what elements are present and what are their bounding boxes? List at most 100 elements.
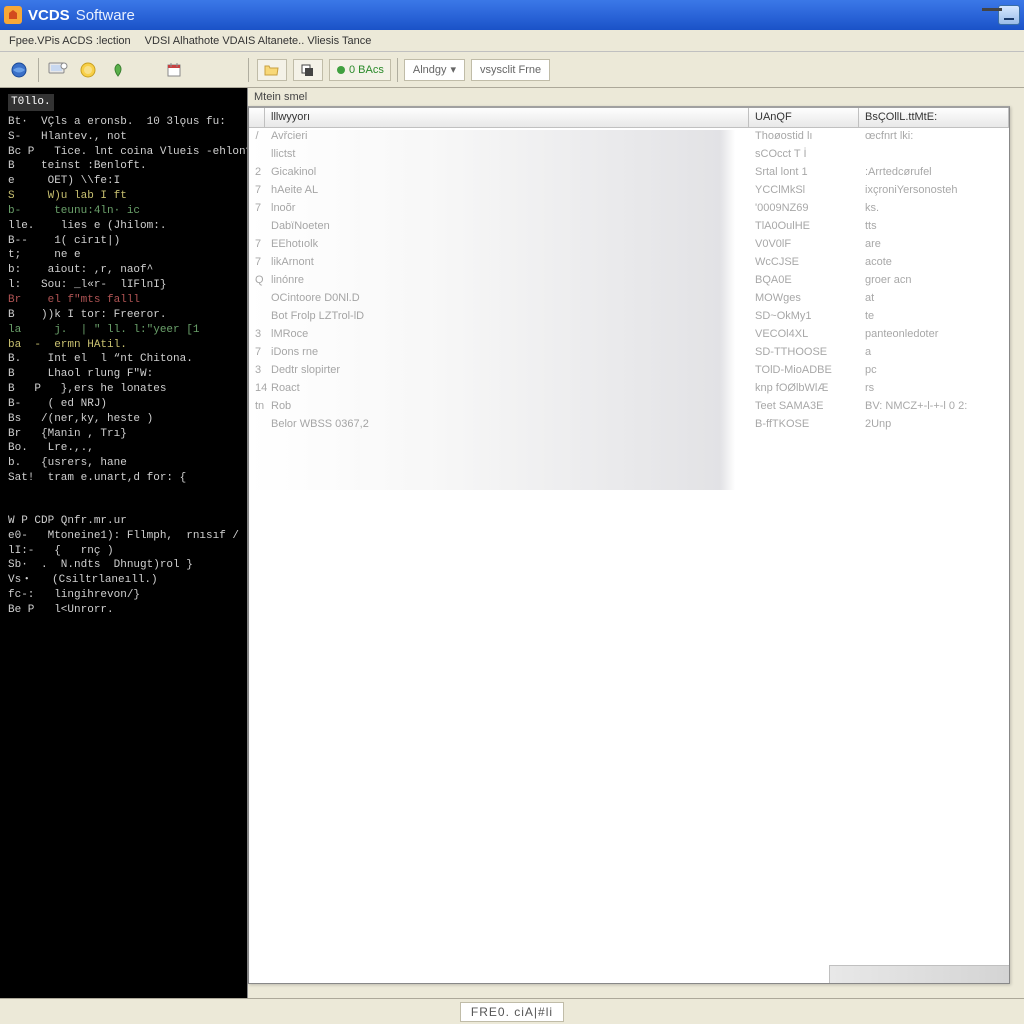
window-title-sub: Software	[76, 7, 135, 24]
table-cell: SD~OkMy1	[749, 308, 859, 326]
table-cell: Belor WBSS 0367,2	[265, 416, 749, 434]
table-cell: panteonledoter	[859, 326, 1009, 344]
table-cell: :Arrtedcørufel	[859, 164, 1009, 182]
table-cell: te	[859, 308, 1009, 326]
table-row[interactable]: Bot Frolp LZTrol-lDSD~OkMy1te	[249, 308, 1009, 326]
table-cell: 3	[249, 362, 265, 380]
panel-resize-grip[interactable]	[829, 965, 1009, 983]
table-cell: knp fOØlbWlÆ	[749, 380, 859, 398]
table-row[interactable]: 14Roactknp fOØlbWlÆrs	[249, 380, 1009, 398]
table-row[interactable]: /AvřcieriThoøostid lıœcfnrt lki:	[249, 128, 1009, 146]
table-cell: 3	[249, 326, 265, 344]
monitor-icon[interactable]	[47, 59, 69, 81]
console-line: fc-: lingihrevon/}	[8, 588, 239, 603]
table-row[interactable]: 3Dedtr slopirterTOlD-MioADBEpc	[249, 362, 1009, 380]
chevron-down-icon: ▾	[451, 63, 457, 76]
table-cell: 7	[249, 344, 265, 362]
col-3[interactable]: BsÇOllL.ttMtE:	[859, 108, 1009, 127]
table-cell: Rob	[265, 398, 749, 416]
table-cell: acote	[859, 254, 1009, 272]
table-row[interactable]: 7lnoõr'0009NZ69ks.	[249, 200, 1009, 218]
table-row[interactable]: 7likArnontWcCJSEacote	[249, 254, 1009, 272]
console-line: Sb· . N.ndts Dhnugt)rol }	[8, 558, 239, 573]
console-line: Bt· VÇls a eronsb. 10 3lǫus fu:	[8, 115, 239, 130]
coin-icon[interactable]	[77, 59, 99, 81]
globe-icon[interactable]	[8, 59, 30, 81]
table-cell: 7	[249, 200, 265, 218]
dropdown-2[interactable]: vsysclit Frne	[471, 59, 550, 81]
table-cell: Dedtr slopirter	[265, 362, 749, 380]
table-cell: BV: NMCZ+-l-+-l 0 2:	[859, 398, 1009, 416]
console-line: Bo. Lre.,.,	[8, 441, 239, 456]
col-2[interactable]: UAnQF	[749, 108, 859, 127]
table-row[interactable]: 7iDons rneSD-TTHOOSEa	[249, 344, 1009, 362]
folder-open-button[interactable]	[257, 59, 287, 81]
table-cell: Roact	[265, 380, 749, 398]
table-cell: iDons rne	[265, 344, 749, 362]
table-cell: llictst	[265, 146, 749, 164]
console-line: b. {usrers, hane	[8, 456, 239, 471]
console-line: Bc P Tice. lnt coina Vlueis -ehlon?	[8, 145, 239, 160]
table-cell: VECOl4XL	[749, 326, 859, 344]
table-row[interactable]: Belor WBSS 0367,2B-ffTKOSE2Unp	[249, 416, 1009, 434]
table-body: /AvřcieriThoøostid lıœcfnrt lki:llictsts…	[249, 128, 1009, 434]
menu-item-1[interactable]: VDSI Alhathote VDAIS Altanete.. Vliesis …	[140, 33, 377, 49]
console-line: B Lhaol rlung F"W:	[8, 367, 239, 382]
table-cell: Thoøostid lı	[749, 128, 859, 146]
table-row[interactable]: 2GicakinolSrtal lont 1:Arrtedcørufel	[249, 164, 1009, 182]
menu-item-0[interactable]: Fpee.VPis ACDS :lection	[4, 33, 136, 49]
table-cell: Srtal lont 1	[749, 164, 859, 182]
table-cell: Teet SAMA3E	[749, 398, 859, 416]
dash-icon[interactable]	[982, 8, 1002, 11]
console-pane[interactable]: T0llo. Bt· VÇls a eronsb. 10 3lǫus fu:S-…	[0, 88, 248, 998]
table-row[interactable]: 3lMRoceVECOl4XLpanteonledoter	[249, 326, 1009, 344]
table-cell: likArnont	[265, 254, 749, 272]
console-line: Be P l<Unrorr.	[8, 603, 239, 618]
console-line: l: Sou: _l«r- lIFlnI}	[8, 278, 239, 293]
table-cell: 2Unp	[859, 416, 1009, 434]
console-line: B ))k I tor: Freeror.	[8, 308, 239, 323]
table-row[interactable]: tnRobTeet SAMA3EBV: NMCZ+-l-+-l 0 2:	[249, 398, 1009, 416]
table-cell: are	[859, 236, 1009, 254]
leaf-icon[interactable]	[107, 59, 129, 81]
console-line: lle. lies e (Jhilom:.	[8, 219, 239, 234]
table-row[interactable]: OCintoore D0Nl.DMOWgesat	[249, 290, 1009, 308]
table-cell: B-ffTKOSE	[749, 416, 859, 434]
main-area: T0llo. Bt· VÇls a eronsb. 10 3lǫus fu:S-…	[0, 88, 1024, 998]
table-cell: 7	[249, 182, 265, 200]
table-cell: 7	[249, 254, 265, 272]
calendar-icon[interactable]	[163, 59, 185, 81]
console-line: Br {Manin , Trı}	[8, 427, 239, 442]
console-sec2-header: W P CDP Qnfr.mr.ur	[8, 514, 239, 529]
menu-bar: Fpee.VPis ACDS :lection VDSI Alhathote V…	[0, 30, 1024, 52]
title-bar: VCDS Software	[0, 0, 1024, 30]
table-cell: /	[249, 128, 265, 146]
table-cell: Gicakinol	[265, 164, 749, 182]
layers-button[interactable]	[293, 59, 323, 81]
table-cell: 2	[249, 164, 265, 182]
console-line: b: aiout: ,r, naof^	[8, 263, 239, 278]
console-line: lI:- { rnç )	[8, 544, 239, 559]
table-cell: 14	[249, 380, 265, 398]
record-button-label: 0 BAcs	[349, 64, 384, 76]
console-line: Bs /(ner,ky, heste )	[8, 412, 239, 427]
col-1[interactable]: lllwyyorı	[265, 108, 749, 127]
record-button[interactable]: 0 BAcs	[329, 59, 391, 81]
status-bar: FRE0. ciA|#li	[0, 998, 1024, 1024]
col-0[interactable]	[249, 108, 265, 127]
table-cell: '0009NZ69	[749, 200, 859, 218]
table-cell: linónre	[265, 272, 749, 290]
table-header: lllwyyorı UAnQF BsÇOllL.ttMtE:	[249, 108, 1009, 128]
table-row[interactable]: QlinónreBQA0Egroer acn	[249, 272, 1009, 290]
table-row[interactable]: llictstsCOcct T İ	[249, 146, 1009, 164]
table-cell: TlA0OulHE	[749, 218, 859, 236]
console-line: e OET) \\fe:I	[8, 174, 239, 189]
console-line: S- Hlantev., not	[8, 130, 239, 145]
table-row[interactable]: DabïNoetenTlA0OulHEtts	[249, 218, 1009, 236]
table-row[interactable]: 7hAeite ALYCClMkSlixçroniYersonosteh	[249, 182, 1009, 200]
dropdown-1[interactable]: Alndgy▾	[404, 59, 465, 81]
table-cell: YCClMkSl	[749, 182, 859, 200]
console-line: Sat! tram e.unart,d for: {	[8, 471, 239, 486]
data-panel: lllwyyorı UAnQF BsÇOllL.ttMtE: /Avřcieri…	[248, 106, 1010, 984]
table-row[interactable]: 7EEhotıolkV0V0lFare	[249, 236, 1009, 254]
